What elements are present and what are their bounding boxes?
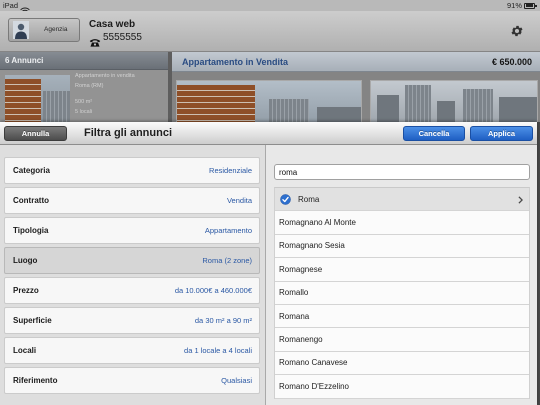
filter-value: da 30 m² a 90 m² — [194, 316, 252, 325]
clear-filters-button[interactable]: Cancella — [403, 126, 465, 141]
agency-button-label: Agenzia — [44, 26, 68, 33]
filter-value: Residenziale — [209, 166, 252, 175]
location-item-label: Romana — [279, 311, 310, 321]
location-item[interactable]: Romanengo — [275, 328, 529, 352]
filter-row-contratto[interactable]: Contratto Vendita — [4, 187, 260, 214]
listing-photo-1[interactable] — [176, 80, 362, 122]
chevron-right-icon — [518, 195, 524, 204]
filter-label: Luogo — [13, 256, 38, 265]
photo-building — [377, 95, 399, 122]
filter-row-riferimento[interactable]: Riferimento Qualsiasi — [4, 367, 260, 394]
photo-building — [5, 79, 41, 122]
filter-row-categoria[interactable]: Categoria Residenziale — [4, 157, 260, 184]
location-search-input[interactable]: roma — [274, 164, 530, 180]
location-search-panel: roma Roma Romagnano Al Monte Romagnano S… — [266, 145, 537, 405]
filter-label: Superficie — [13, 316, 52, 325]
location-item[interactable]: Romana — [275, 304, 529, 329]
status-bar: iPad 91% — [0, 0, 540, 14]
location-item[interactable]: Romallo — [275, 281, 529, 305]
photo-building — [177, 85, 255, 122]
filter-label: Categoria — [13, 166, 50, 175]
photo-building — [499, 97, 537, 122]
filter-row-locali[interactable]: Locali da 1 locale a 4 locali — [4, 337, 260, 364]
app-header: Agenzia Casa web 5555555 — [0, 11, 540, 52]
location-item-label: Romanengo — [279, 335, 323, 345]
filter-sheet: Annulla Filtra gli annunci Cancella Appl… — [0, 122, 537, 405]
detail-title: Appartamento in Vendita — [182, 57, 289, 67]
search-input-value: roma — [279, 167, 298, 177]
listing-item-location: Roma (RM) — [75, 83, 104, 89]
listing-item-title: Appartamento in vendita — [75, 73, 135, 79]
agency-button[interactable]: Agenzia — [8, 18, 80, 42]
listing-photo-2[interactable] — [370, 80, 538, 122]
location-item-label: Romano D'Ezzelino — [279, 381, 350, 391]
photo-building — [43, 91, 70, 122]
filter-list-panel: Categoria Residenziale Contratto Vendita… — [0, 145, 265, 405]
cancel-button[interactable]: Annulla — [4, 126, 67, 141]
battery-percentage: 91% — [507, 1, 523, 10]
wifi-icon — [20, 2, 30, 14]
filter-value: Vendita — [226, 196, 252, 205]
listing-panel: 6 Annunci Appartamento in vendita Roma (… — [0, 52, 168, 122]
listing-count: 6 Annunci — [5, 56, 44, 65]
location-item-label: Roma — [298, 194, 320, 204]
listing-item-size: 500 m² — [75, 99, 93, 105]
battery-fill — [525, 4, 533, 7]
filter-label: Locali — [13, 346, 37, 355]
filter-value: da 1 locale a 4 locali — [184, 346, 252, 355]
location-item-label: Romagnano Sesia — [279, 241, 345, 251]
apply-button[interactable]: Applica — [470, 126, 533, 141]
filter-list: Categoria Residenziale Contratto Vendita… — [4, 157, 260, 397]
location-item[interactable]: Romagnese — [275, 258, 529, 282]
filter-value: Qualsiasi — [221, 376, 252, 385]
location-results-list: Roma Romagnano Al Monte Romagnano Sesia … — [274, 187, 530, 399]
gear-icon[interactable] — [510, 24, 524, 38]
battery-icon — [524, 2, 537, 9]
location-item-label: Romagnese — [279, 264, 323, 274]
listing-header: 6 Annunci — [0, 52, 168, 70]
detail-header: Appartamento in Vendita € 650.000 — [172, 52, 540, 72]
filter-row-luogo[interactable]: Luogo Roma (2 zone) — [4, 247, 260, 274]
location-item[interactable]: Roma — [275, 188, 529, 212]
agency-title: Casa web — [89, 19, 136, 30]
filter-row-prezzo[interactable]: Prezzo da 10.000€ a 460.000€ — [4, 277, 260, 304]
filter-label: Contratto — [13, 196, 49, 205]
listing-item[interactable]: Appartamento in vendita Roma (RM) 500 m²… — [0, 70, 168, 122]
sheet-title: Filtra gli annunci — [84, 127, 173, 139]
filter-toolbar: Annulla Filtra gli annunci Cancella Appl… — [0, 122, 537, 145]
filter-row-superficie[interactable]: Superficie da 30 m² a 90 m² — [4, 307, 260, 334]
filter-label: Riferimento — [13, 376, 58, 385]
detail-price: € 650.000 — [491, 57, 532, 67]
location-item[interactable]: Romagnano Sesia — [275, 234, 529, 259]
filter-value: da 10.000€ a 460.000€ — [174, 286, 252, 295]
photo-building — [463, 89, 493, 122]
location-item-label: Romagnano Al Monte — [279, 218, 356, 228]
photo-building — [437, 101, 455, 122]
filter-label: Tipologia — [13, 226, 49, 235]
device-name: iPad — [3, 1, 19, 10]
agency-avatar-icon — [13, 21, 29, 39]
photo-building — [317, 107, 361, 122]
photo-building — [405, 85, 431, 122]
filter-value: Appartamento — [204, 226, 252, 235]
phone-icon — [89, 34, 101, 47]
location-item-label: Romano Canavese — [279, 358, 348, 368]
filter-row-tipologia[interactable]: Tipologia Appartamento — [4, 217, 260, 244]
location-item[interactable]: Romano Canavese — [275, 351, 529, 376]
listing-item-rooms: 5 locali — [75, 109, 93, 115]
filter-value: Roma (2 zone) — [202, 256, 252, 265]
phone-number[interactable]: 5555555 — [103, 32, 142, 44]
listing-thumbnail — [5, 75, 70, 122]
filter-label: Prezzo — [13, 286, 39, 295]
location-item[interactable]: Romano D'Ezzelino — [275, 375, 529, 399]
location-item-label: Romallo — [279, 288, 309, 298]
check-circle-icon — [280, 193, 291, 205]
photo-building — [269, 99, 309, 122]
location-item[interactable]: Romagnano Al Monte — [275, 211, 529, 235]
detail-panel: Appartamento in Vendita € 650.000 — [172, 52, 540, 122]
